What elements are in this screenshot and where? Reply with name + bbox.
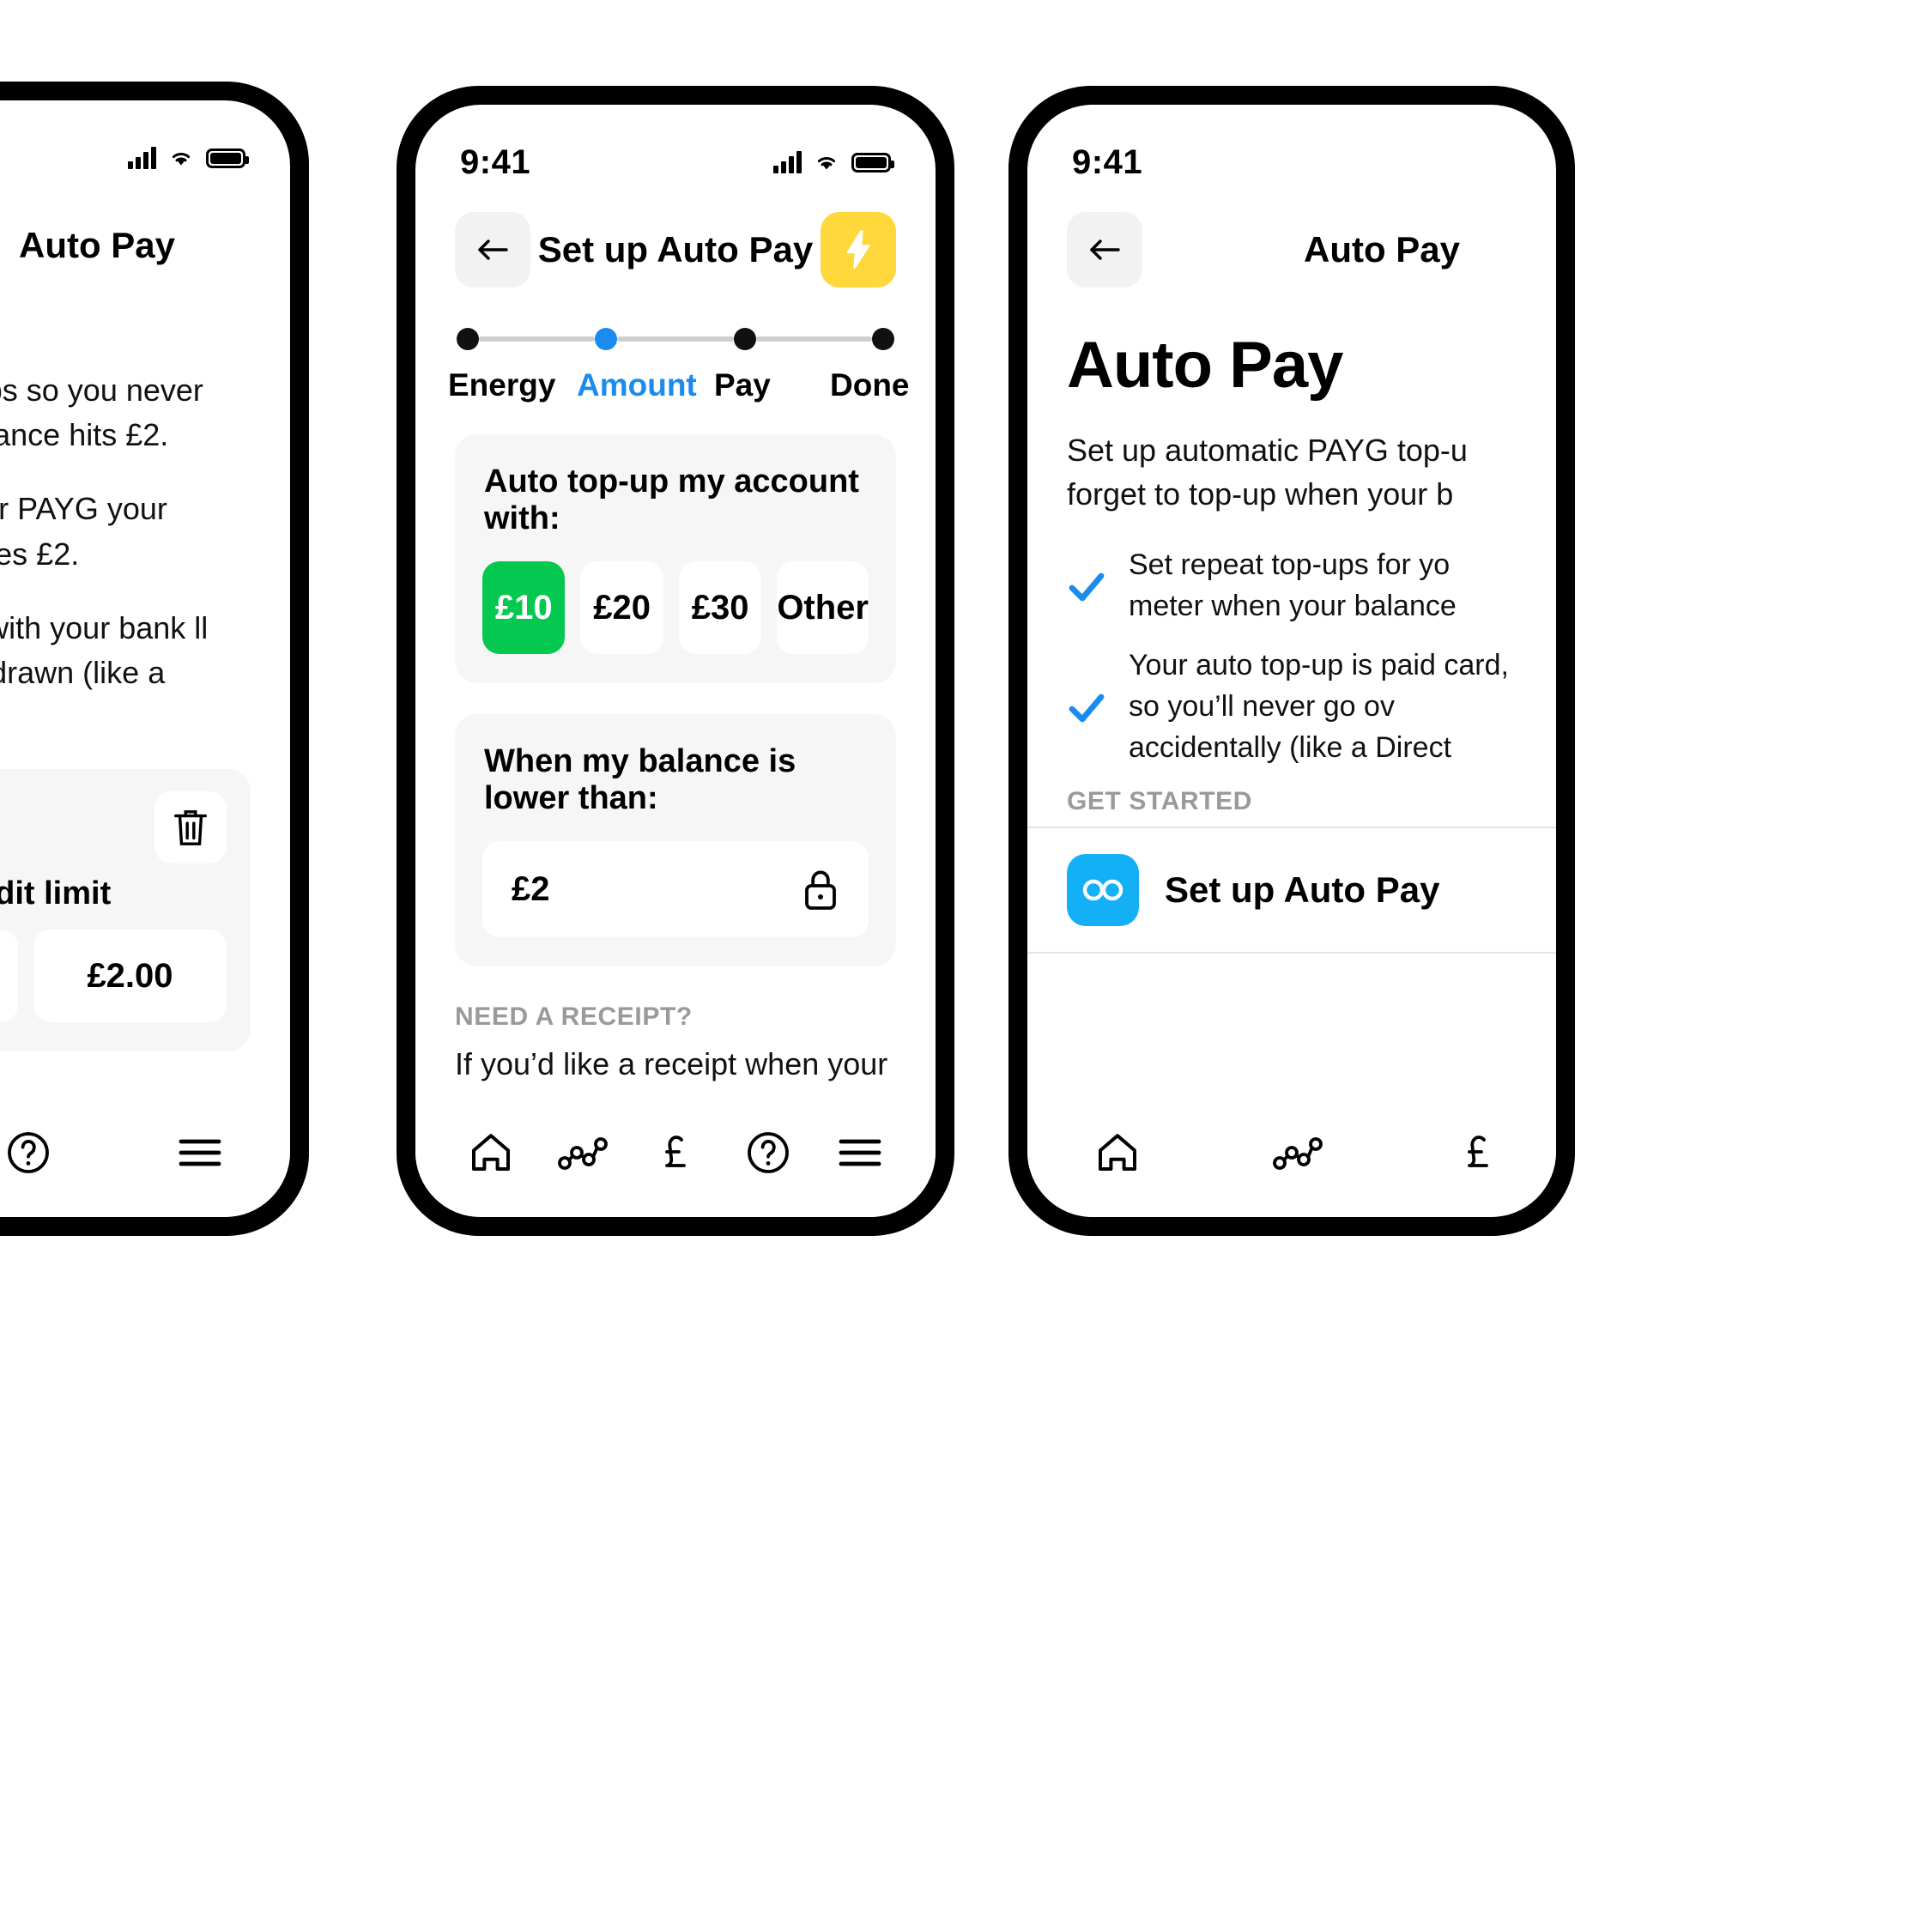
back-button[interactable] [1067, 212, 1142, 288]
topup-amount-card: Auto top-up my account with: £10 £20 £30… [455, 434, 896, 683]
pound-icon[interactable] [637, 1114, 714, 1191]
tab-bar-mid [415, 1088, 936, 1217]
auto-pay-benefits: Set repeat top-ups for yo meter when you… [1067, 545, 1517, 768]
left-body-text: c PAYG top-ups so you never when your ba… [0, 368, 251, 740]
stepper-label-amount: Amount [577, 367, 697, 403]
setup-stepper: Energy Amount Pay Done [415, 290, 936, 403]
stepper-line-2 [617, 336, 734, 342]
nav-bar-mid: Set up Auto Pay [415, 187, 936, 290]
credit-limit-field-hidden[interactable] [0, 930, 18, 1023]
left-paragraph-3: op-up is paid with your bank ll never go… [0, 609, 209, 690]
phone-right-screen: 9:41 Auto Pay Auto Pay Set up automatic … [1027, 105, 1556, 1217]
topup-option-20[interactable]: £20 [580, 561, 663, 654]
trash-icon[interactable] [154, 791, 227, 864]
stepper-dot-amount[interactable] [595, 328, 618, 350]
status-icons-left [128, 147, 249, 169]
balance-threshold-title: When my balance is lower than: [484, 743, 796, 816]
nav-bar-left: Auto Pay [0, 183, 290, 286]
status-time-right: 9:41 [1072, 142, 1143, 181]
stepper-line-3 [755, 336, 872, 342]
stepper-label-pay: Pay [714, 367, 771, 403]
phone-left: Auto Pay c PAYG top-ups so you never whe… [0, 82, 309, 1236]
tab-bar-right [1027, 1088, 1556, 1217]
left-paragraph-2: op-ups for your PAYG your balance reache… [0, 491, 167, 572]
topup-amount-title: Auto top-up my account with: [484, 463, 859, 536]
lock-icon [802, 867, 839, 911]
battery-icon [851, 152, 894, 173]
status-bar-mid: 9:41 [415, 105, 936, 187]
wifi-icon [814, 152, 839, 173]
menu-icon[interactable] [161, 1114, 239, 1191]
credit-limit-fields: £2.00 [0, 930, 227, 1023]
benefit-text: Set repeat top-ups for yo meter when you… [1129, 548, 1457, 622]
benefit-item: Set repeat top-ups for yo meter when you… [1067, 545, 1517, 627]
stepper-dot-done[interactable] [871, 328, 894, 350]
topup-amount-options: £10 £20 £30 Other [482, 561, 869, 654]
receipt-section-label: NEED A RECEIPT? [455, 1002, 693, 1031]
wifi-icon [168, 148, 194, 168]
stepper-line-1 [479, 336, 596, 342]
credit-limit-value[interactable]: £2.00 [33, 930, 227, 1023]
status-time-mid: 9:41 [460, 142, 531, 181]
back-button[interactable] [455, 212, 530, 288]
arrow-left-icon [474, 235, 512, 264]
check-icon [1067, 687, 1106, 727]
infinity-icon [1067, 854, 1139, 927]
signal-icon [773, 151, 802, 173]
stepper-dot-energy[interactable] [457, 328, 479, 350]
phone-left-screen: Auto Pay c PAYG top-ups so you never whe… [0, 100, 290, 1217]
signal-icon [128, 147, 156, 169]
auto-pay-intro: Set up automatic PAYG top-u forget to to… [1067, 433, 1468, 512]
check-icon [1067, 566, 1106, 606]
stepper-labels: Energy Amount Pay Done [448, 367, 910, 403]
topup-option-30[interactable]: £30 [678, 561, 762, 654]
benefit-text: Your auto top-up is paid card, so you’ll… [1129, 649, 1509, 764]
screenshot-stage: Auto Pay c PAYG top-ups so you never whe… [0, 0, 1932, 1932]
battery-icon [206, 148, 249, 168]
balance-threshold-card: When my balance is lower than: £2 [455, 714, 896, 966]
balance-threshold-value: £2 [512, 869, 550, 908]
pound-icon[interactable] [1439, 1114, 1517, 1191]
stepper-track [457, 324, 894, 354]
lightning-bolt-icon [844, 230, 873, 270]
page-title-left: Auto Pay [19, 225, 176, 265]
auto-pay-heading: Auto Pay [1067, 329, 1343, 402]
stepper-label-energy: Energy [448, 367, 556, 403]
usage-graph-icon[interactable] [1259, 1114, 1336, 1191]
arrow-left-icon [1086, 235, 1123, 264]
get-started-label: GET STARTED [1067, 787, 1253, 816]
benefit-item: Your auto top-up is paid card, so you’ll… [1067, 645, 1517, 768]
phone-middle-screen: 9:41 Set up Auto Pay Energy Amount Pay D… [415, 105, 936, 1217]
phone-middle: 9:41 Set up Auto Pay Energy Amount Pay D… [397, 86, 954, 1236]
balance-threshold-field[interactable]: £2 [482, 841, 869, 937]
status-bar-right: 9:41 [1027, 105, 1556, 187]
credit-limit-label: Credit limit [0, 875, 112, 912]
left-paragraph-1: c PAYG top-ups so you never when your ba… [0, 372, 203, 453]
help-circle-icon[interactable] [730, 1114, 807, 1191]
lightning-bolt-button[interactable] [821, 212, 896, 288]
credit-limit-card-toolbar [0, 791, 227, 864]
tab-bar-left [0, 1088, 290, 1217]
stepper-dot-pay[interactable] [733, 328, 756, 350]
home-icon[interactable] [1079, 1114, 1156, 1191]
help-circle-icon[interactable] [0, 1114, 67, 1191]
get-started-item[interactable]: Set up Auto Pay [1027, 827, 1556, 954]
get-started-item-label: Set up Auto Pay [1165, 869, 1440, 911]
home-icon[interactable] [452, 1114, 530, 1191]
credit-limit-card: Credit limit £2.00 [0, 769, 251, 1052]
usage-graph-icon[interactable] [544, 1114, 621, 1191]
stepper-label-done: Done [830, 367, 910, 403]
nav-bar-right: Auto Pay [1027, 187, 1556, 290]
status-bar-left [0, 100, 290, 183]
nav-spacer-right [1441, 212, 1517, 288]
phone-right: 9:41 Auto Pay Auto Pay Set up automatic … [1008, 86, 1575, 1236]
menu-icon[interactable] [821, 1114, 899, 1191]
topup-option-other[interactable]: Other [777, 561, 869, 654]
status-icons-mid [773, 151, 894, 173]
topup-option-10[interactable]: £10 [482, 561, 566, 654]
